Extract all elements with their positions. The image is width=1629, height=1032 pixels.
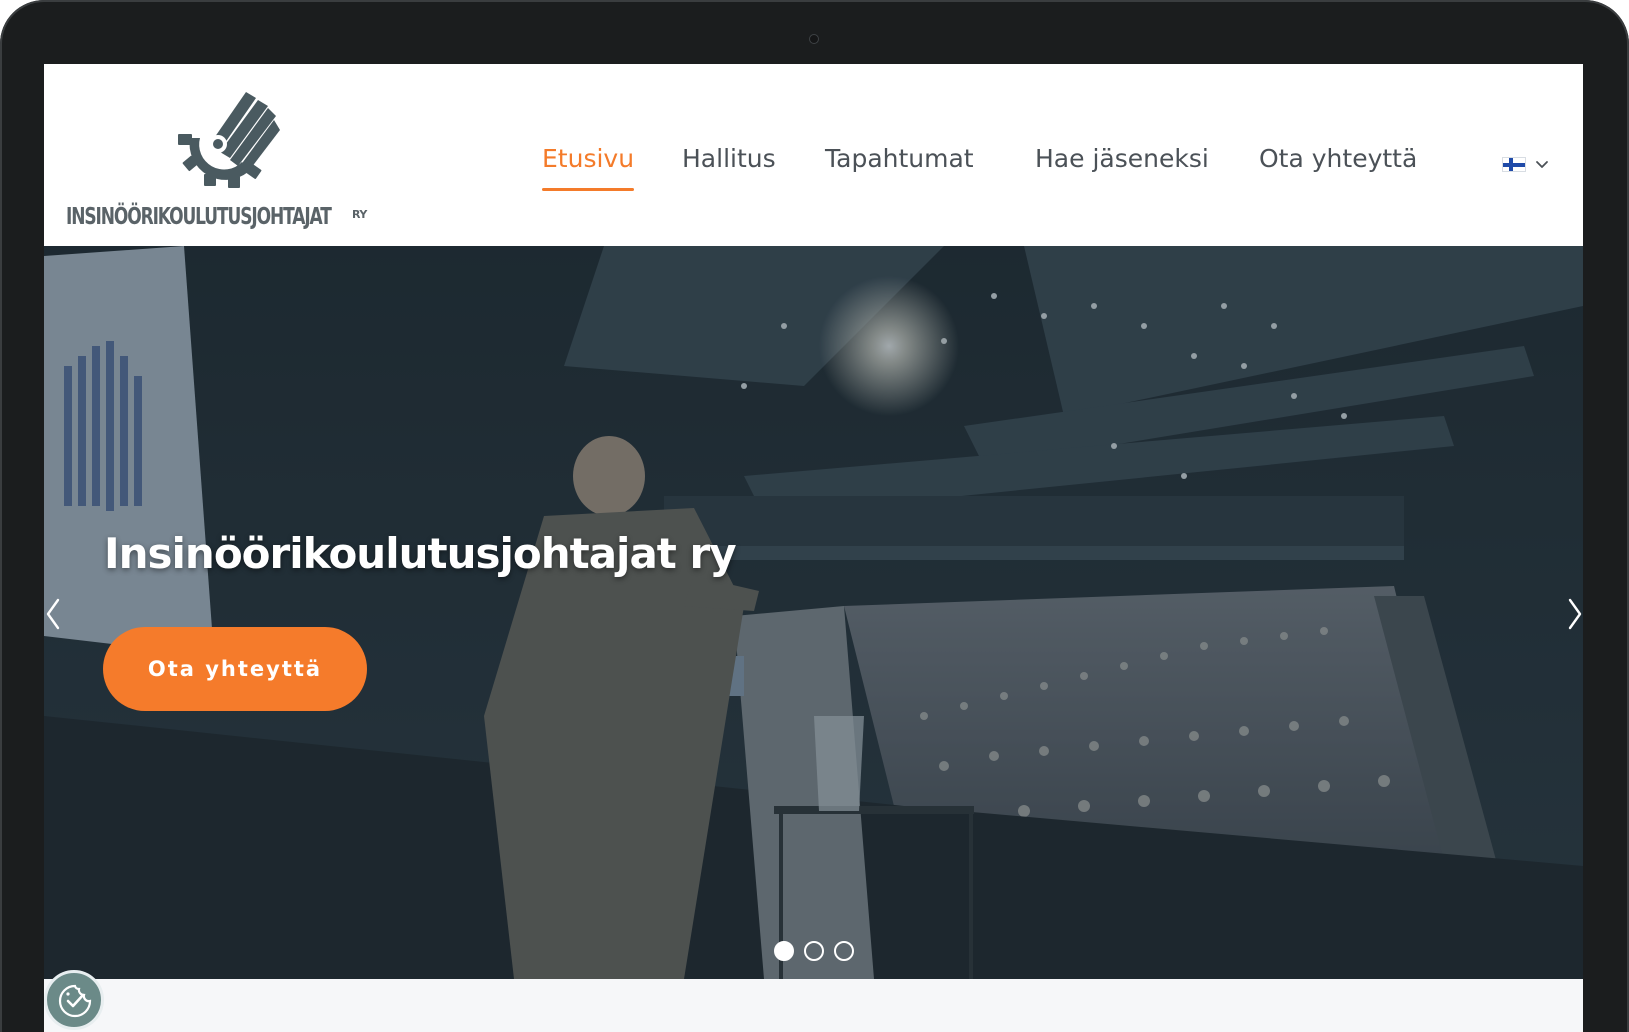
- camera-icon: [809, 34, 819, 44]
- nav-item-label: Ota yhteyttä: [1259, 144, 1418, 173]
- nav-item-hae-jaseneksi[interactable]: Hae jäseneksi: [1035, 144, 1209, 173]
- site-header: INSINÖÖRIKOULUTUSJOHTAJAT RY Etusivu Hal…: [44, 64, 1583, 246]
- hero-title: Insinöörikoulutusjohtajat ry: [104, 529, 737, 578]
- gear-pen-icon: [178, 92, 280, 188]
- laptop-frame: INSINÖÖRIKOULUTUSJOHTAJAT RY Etusivu Hal…: [0, 0, 1629, 1032]
- logo-suffix: RY: [352, 208, 367, 221]
- slide-dot-1[interactable]: [774, 941, 794, 961]
- slide-dot-2[interactable]: [804, 941, 824, 961]
- nav-item-etusivu[interactable]: Etusivu: [542, 144, 635, 191]
- browser-viewport: INSINÖÖRIKOULUTUSJOHTAJAT RY Etusivu Hal…: [44, 64, 1583, 1032]
- nav-item-label: Hae jäseneksi: [1035, 144, 1209, 173]
- nav-item-label: Tapahtumat: [825, 144, 974, 173]
- nav-item-hallitus[interactable]: Hallitus: [682, 144, 776, 173]
- slide-dot-3[interactable]: [834, 941, 854, 961]
- logo-wordmark: INSINÖÖRIKOULUTUSJOHTAJAT: [66, 204, 332, 230]
- chevron-right-icon[interactable]: [1566, 596, 1583, 632]
- nav-item-ota-yhteytta[interactable]: Ota yhteyttä: [1259, 144, 1417, 173]
- active-nav-indicator: [542, 188, 635, 191]
- chevron-down-icon: [1536, 161, 1548, 168]
- chevron-left-icon[interactable]: [44, 596, 64, 632]
- slider-pagination: [774, 941, 864, 961]
- hero-overlay: [44, 246, 1583, 979]
- finland-flag-icon: [1502, 157, 1526, 172]
- hero-slider: Insinöörikoulutusjohtajat ry Ota yhteytt…: [44, 246, 1583, 979]
- nav-item-label: Hallitus: [682, 144, 776, 173]
- site-logo[interactable]: INSINÖÖRIKOULUTUSJOHTAJAT RY: [66, 86, 386, 236]
- nav-item-tapahtumat[interactable]: Tapahtumat: [825, 144, 974, 173]
- language-selector[interactable]: [1502, 155, 1550, 177]
- cookie-consent-icon[interactable]: [44, 970, 104, 1030]
- contact-cta-button[interactable]: Ota yhteyttä: [103, 627, 367, 711]
- nav-item-label: Etusivu: [542, 144, 635, 173]
